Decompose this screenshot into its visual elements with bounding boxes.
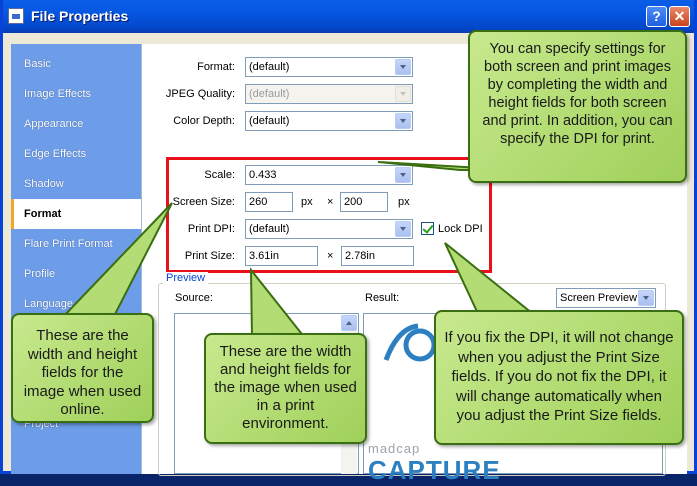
color-depth-value: (default) [249,115,290,127]
jpeg-quality-value: (default) [249,88,290,100]
chevron-down-icon[interactable] [395,113,411,129]
callout-print-size: These are the width and height fields fo… [204,333,367,444]
chevron-down-icon [395,86,411,102]
result-mode-select[interactable]: Screen Preview [556,288,656,308]
color-depth-select[interactable]: (default) [245,111,413,131]
jpeg-quality-select: (default) [245,84,413,104]
chevron-down-icon[interactable] [395,59,411,75]
help-button[interactable]: ? [646,6,667,27]
result-label: Result: [365,292,400,304]
callout-online-size: These are the width and height fields fo… [11,313,154,423]
scroll-up-icon[interactable] [341,315,357,331]
window-title: File Properties [31,8,129,24]
chevron-down-icon[interactable] [638,290,654,306]
sidebar-item-edge-effects[interactable]: Edge Effects [11,139,141,169]
color-depth-label: Color Depth: [173,115,235,127]
format-select[interactable]: (default) [245,57,413,77]
source-label: Source: [175,292,213,304]
format-value: (default) [249,61,290,73]
callout-screen-print: You can specify settings for both screen… [468,30,687,183]
format-label: Format: [197,61,235,73]
window-icon [8,8,24,24]
sidebar-item-profile[interactable]: Profile [11,259,141,289]
logo-small-text: madcap [368,441,421,456]
callout-lock-dpi: If you fix the DPI, it will not change w… [434,310,684,445]
logo-large-text: CAPTURE [368,455,501,485]
close-button[interactable]: ✕ [669,6,690,27]
jpeg-quality-label: JPEG Quality: [165,88,235,100]
highlight-box [166,157,492,273]
preview-label: Preview [163,272,209,284]
result-mode-value: Screen Preview [560,292,638,304]
title-bar[interactable]: File Properties ? ✕ [3,0,694,33]
